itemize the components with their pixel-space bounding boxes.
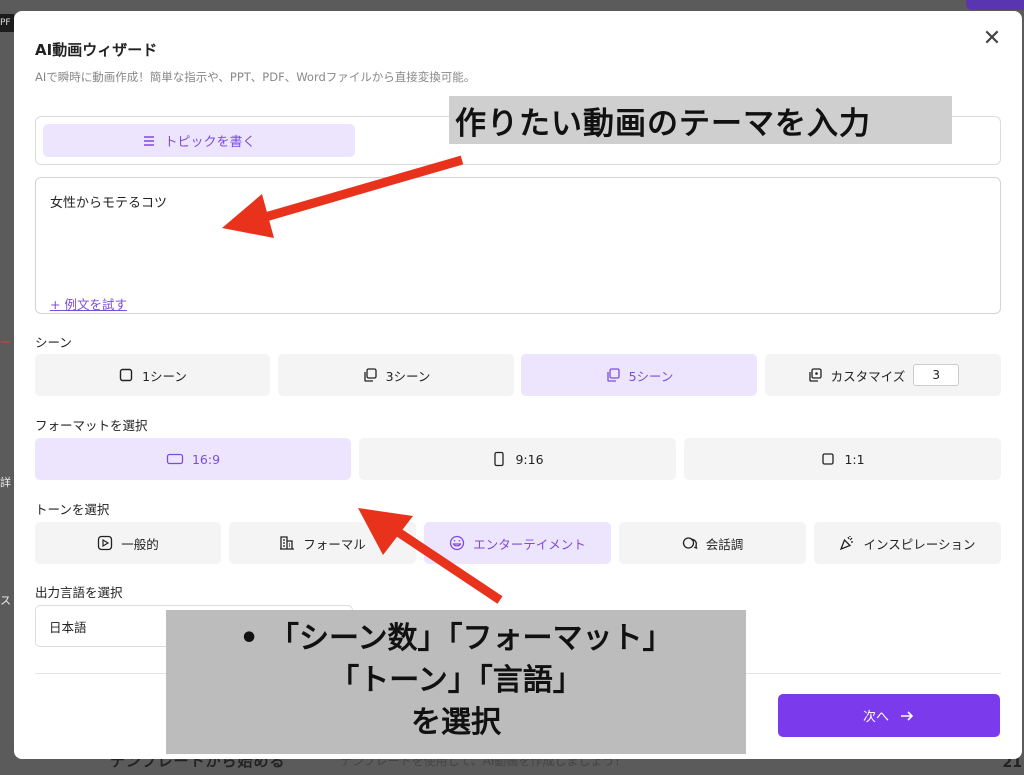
stacked-squares-icon — [606, 368, 620, 382]
tone-option-label: エンターテイメント — [473, 536, 586, 552]
background-left-text: ス — [0, 594, 11, 607]
annotation-bottom-line: • 「シーン数」「フォーマット」 — [239, 621, 673, 656]
single-square-icon — [119, 368, 133, 382]
square-icon — [822, 453, 835, 465]
scene-option-5[interactable]: 5シーン — [521, 354, 757, 396]
custom-scene-count-input[interactable]: 3 — [913, 364, 960, 386]
language-select-value: 日本語 — [49, 619, 87, 635]
tone-option-general[interactable]: 一般的 — [35, 522, 221, 564]
smile-icon — [450, 535, 465, 551]
scene-option-1[interactable]: 1シーン — [35, 354, 270, 396]
format-option-label: 9:16 — [515, 451, 544, 467]
scene-option-label: カスタマイズ — [830, 368, 906, 384]
scene-option-custom[interactable]: カスタマイズ 3 — [765, 354, 1001, 396]
tone-option-label: 一般的 — [121, 536, 159, 552]
tone-option-formal[interactable]: フォーマル — [229, 522, 416, 564]
arrow-right-icon — [901, 710, 914, 721]
format-option-label: 16:9 — [191, 451, 221, 467]
format-option-1-1[interactable]: 1:1 — [684, 438, 1001, 480]
try-example-link[interactable]: + 例文を試す — [50, 294, 127, 313]
dialog-subtitle: AIで瞬時に動画作成！簡単な指示や、PPT、PDF、Wordファイルから直接変換… — [35, 70, 476, 84]
background-purple-button — [966, 0, 1024, 10]
scene-option-label: 5シーン — [628, 368, 674, 384]
scene-option-label: 1シーン — [142, 368, 187, 384]
background-left-text: 詳 — [0, 476, 11, 489]
scene-option-label: 3シーン — [385, 368, 431, 384]
list-icon — [144, 135, 155, 146]
scene-option-3[interactable]: 3シーン — [278, 354, 514, 396]
tab-write-topic[interactable]: トピックを書く — [43, 124, 355, 157]
play-icon — [98, 535, 113, 551]
dialog-title: AI動画ウィザード — [35, 41, 158, 59]
tone-option-conversational[interactable]: 会話調 — [619, 522, 806, 564]
annotation-bottom-line: 「トーン」「言語」 — [329, 663, 583, 698]
scenes-label: シーン — [35, 335, 72, 350]
party-icon — [840, 536, 854, 551]
tone-label: トーンを選択 — [35, 502, 110, 517]
annotation-bottom-line: を選択 — [411, 705, 501, 740]
tone-option-label: 会話調 — [705, 536, 744, 552]
topic-text: 女性からモテるコツ — [50, 196, 168, 211]
format-option-9-16[interactable]: 9:16 — [359, 438, 676, 480]
landscape-icon — [166, 453, 184, 465]
stacked-squares-icon — [363, 368, 377, 382]
annotation-bottom: • 「シーン数」「フォーマット」 「トーン」「言語」 を選択 — [166, 610, 746, 754]
tone-option-label: インスピレーション — [863, 536, 976, 552]
format-label: フォーマットを選択 — [35, 418, 148, 433]
chat-icon — [682, 537, 698, 549]
close-icon[interactable]: ✕ — [980, 27, 1004, 51]
next-button-label: 次へ — [862, 710, 889, 725]
building-icon — [280, 536, 295, 550]
annotation-top: 作りたい動画のテーマを入力 — [449, 96, 952, 144]
next-button[interactable]: 次へ — [778, 694, 1000, 737]
tone-option-label: フォーマル — [303, 536, 366, 552]
language-label: 出力言語を選択 — [35, 585, 123, 600]
topic-textarea[interactable]: 女性からモテるコツ + 例文を試す — [35, 177, 1001, 314]
format-option-label: 1:1 — [844, 451, 865, 467]
tone-option-entertainment[interactable]: エンターテイメント — [424, 522, 611, 564]
tab-write-topic-label: トピックを書く — [164, 135, 256, 150]
format-option-16-9[interactable]: 16:9 — [35, 438, 351, 480]
background-tag: PF — [0, 14, 14, 32]
portrait-icon — [494, 451, 505, 467]
custom-stack-icon — [809, 368, 822, 382]
tone-option-inspiration[interactable]: インスピレーション — [814, 522, 1001, 564]
background-left-text: ー — [0, 336, 11, 349]
